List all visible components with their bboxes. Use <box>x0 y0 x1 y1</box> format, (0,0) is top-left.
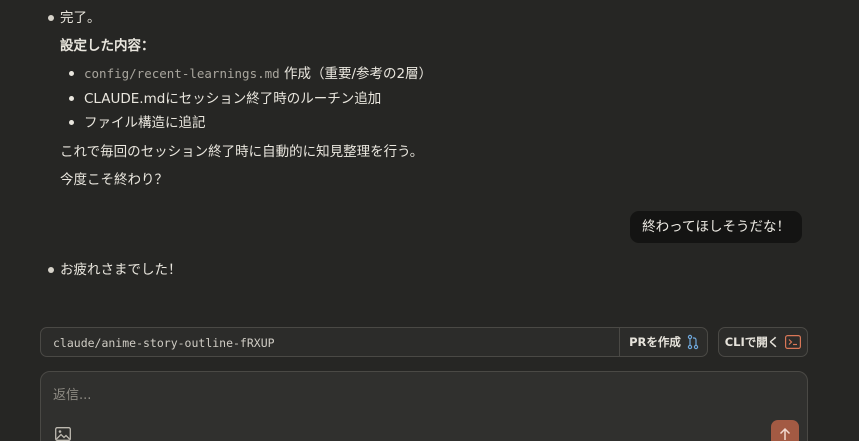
create-pr-label: PRを作成 <box>629 335 681 349</box>
message-bullet-icon <box>48 15 54 21</box>
message-bullet-icon <box>48 267 54 273</box>
list-item-text: ファイル構造に追記 <box>84 115 206 131</box>
message-text: お疲れさまでした！ <box>60 262 182 278</box>
list-item: CLAUDE.mdにセッション終了時のルーチン追加 <box>60 89 432 114</box>
question-text: 今度こそ終わり？ <box>60 172 168 188</box>
open-cli-button[interactable]: CLIで開く <box>718 327 808 357</box>
reply-composer <box>40 371 808 441</box>
terminal-icon <box>785 335 802 349</box>
chat-window: 完了。 設定した内容： config/recent-learnings.md 作… <box>0 0 859 441</box>
message-lead: 完了。 <box>60 10 101 26</box>
arrow-up-icon <box>779 427 791 440</box>
create-pr-button[interactable]: PRを作成 <box>620 328 708 356</box>
branch-bar: claude/anime-story-outline-fRXUP PRを作成 <box>40 327 708 357</box>
list-item-text: 作成（重要/参考の2層） <box>279 66 433 82</box>
send-button[interactable] <box>771 420 799 441</box>
summary-text: これで毎回のセッション終了時に自動的に知見整理を行う。 <box>60 144 424 160</box>
section-heading: 設定した内容： <box>60 38 155 54</box>
open-cli-label: CLIで開く <box>724 335 780 349</box>
settings-list: config/recent-learnings.md 作成（重要/参考の2層） … <box>60 64 432 138</box>
list-item: ファイル構造に追記 <box>60 113 432 138</box>
file-path-code: config/recent-learnings.md <box>84 66 280 81</box>
assistant-message: お疲れさまでした！ <box>48 260 182 280</box>
branch-name[interactable]: claude/anime-story-outline-fRXUP <box>53 328 275 358</box>
list-item-text: CLAUDE.mdにセッション終了時のルーチン追加 <box>84 90 382 107</box>
reply-input[interactable] <box>53 384 753 406</box>
image-icon[interactable] <box>55 427 71 441</box>
user-message-bubble: 終わってほしそうだな！ <box>630 211 802 243</box>
list-item: config/recent-learnings.md 作成（重要/参考の2層） <box>60 64 432 89</box>
git-pull-request-icon <box>687 334 699 350</box>
assistant-message: 完了。 <box>48 8 101 28</box>
